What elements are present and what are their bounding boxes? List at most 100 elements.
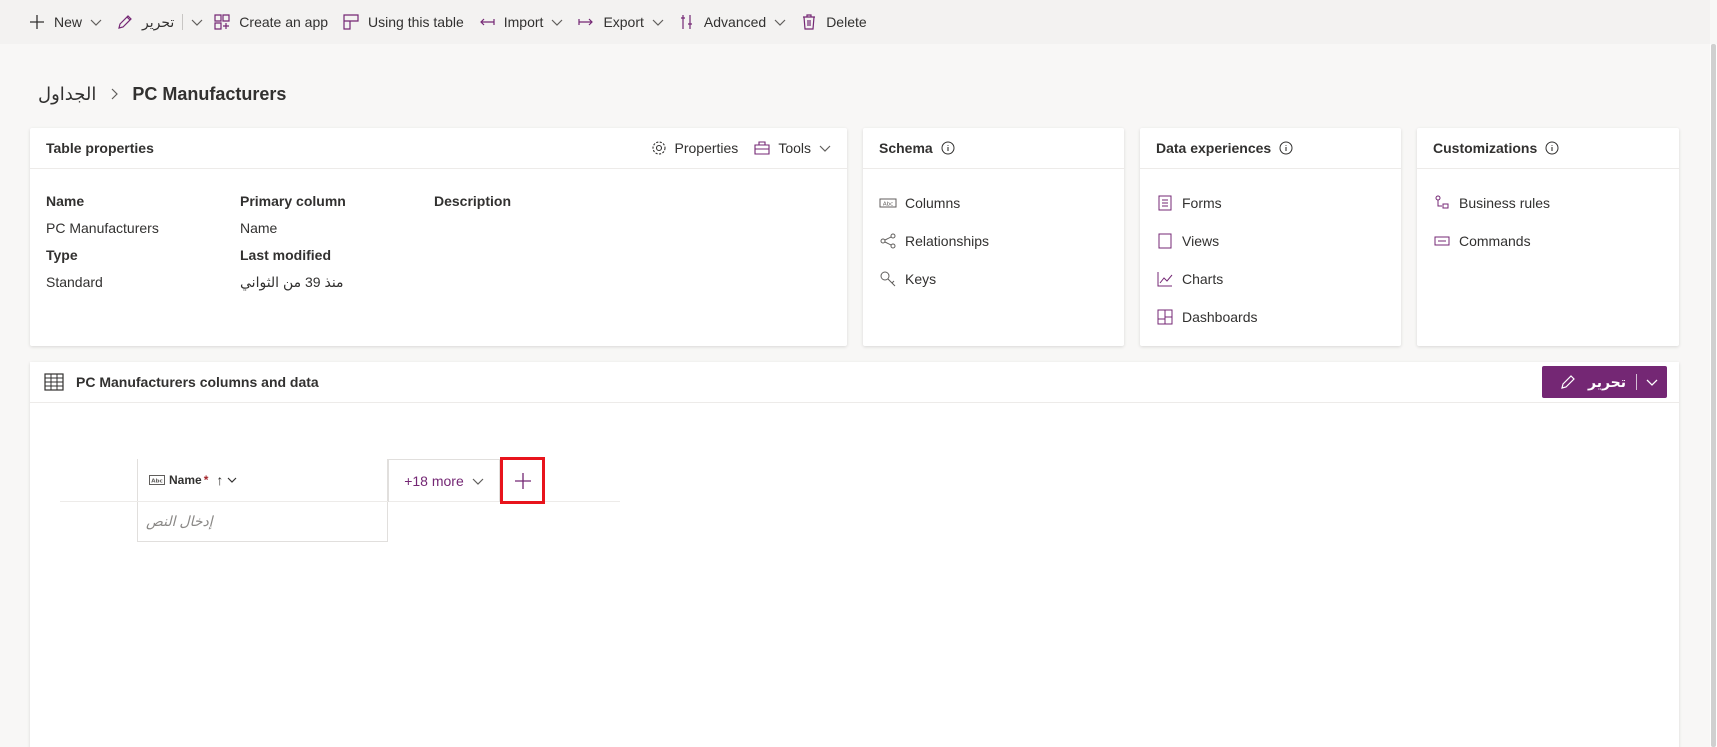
pencil-icon [1561, 375, 1575, 389]
columns-and-data-panel: PC Manufacturers columns and data تحرير … [30, 362, 1679, 747]
more-columns-label: +18 more [404, 473, 464, 489]
business-rule-icon [1435, 195, 1449, 209]
card-header: Table properties Properties Tools [30, 128, 847, 169]
line-chart-icon [1157, 272, 1173, 287]
text-column-icon: Abc [149, 475, 165, 485]
edit-dropdown-button[interactable] [189, 6, 213, 38]
type-label: Type [46, 247, 78, 263]
edit-button[interactable]: تحرير [116, 6, 182, 38]
schema-columns-link[interactable]: Abc Columns [863, 184, 1124, 222]
table-icon [44, 373, 64, 391]
edit-data-label: تحرير [1588, 373, 1627, 390]
using-this-table-button[interactable]: Using this table [342, 6, 472, 38]
primary-column-value: Name [240, 220, 278, 236]
edit-data-dropdown[interactable] [1637, 376, 1667, 388]
plus-icon [514, 472, 531, 489]
view-icon [1158, 233, 1172, 249]
name-cell-input[interactable]: إدخال النص [137, 502, 388, 542]
edit-label: تحرير [142, 13, 175, 30]
divider [182, 14, 184, 30]
name-value: PC Manufacturers [46, 220, 159, 236]
name-column-header[interactable]: Abc Name * ↑ [137, 459, 388, 501]
card-title: Table properties [46, 140, 154, 156]
chevron-down-icon [191, 19, 203, 26]
text-column-icon: Abc [879, 198, 897, 208]
using-this-table-label: Using this table [368, 14, 464, 30]
last-modified-label: Last modified [240, 247, 332, 263]
delete-button[interactable]: Delete [800, 6, 874, 38]
svg-text:Abc: Abc [151, 479, 162, 485]
relationship-icon [880, 233, 896, 249]
more-columns-button[interactable]: +18 more [388, 459, 500, 502]
properties-button[interactable]: Properties [651, 140, 739, 156]
dashboard-icon [1157, 309, 1173, 325]
add-column-button[interactable] [500, 457, 545, 504]
chevron-down-icon [227, 477, 237, 483]
chevron-down-icon [90, 19, 102, 26]
views-label: Views [1182, 233, 1220, 249]
charts-label: Charts [1182, 271, 1224, 287]
card-title: Schema [879, 140, 933, 156]
properties-label: Properties [674, 140, 739, 156]
breadcrumb: الجداول PC Manufacturers [38, 80, 286, 108]
toolbox-icon [754, 141, 770, 155]
dashboards-link[interactable]: Dashboards [1140, 298, 1401, 336]
schema-card: Schema Abc Columns Relationships Keys [863, 128, 1124, 346]
tools-label: Tools [778, 140, 811, 156]
new-label: New [54, 14, 83, 30]
description-label: Description [434, 193, 512, 209]
charts-link[interactable]: Charts [1140, 260, 1401, 298]
card-title: Data experiences [1156, 140, 1272, 156]
panel-header: PC Manufacturers columns and data تحرير [30, 362, 1679, 403]
last-modified-value: منذ 39 من الثواني [240, 274, 344, 290]
app-grid-icon [214, 14, 230, 30]
forms-link[interactable]: Forms [1140, 184, 1401, 222]
info-icon[interactable] [1279, 141, 1293, 155]
form-icon [1158, 195, 1172, 211]
name-column-label: Name [169, 473, 202, 487]
new-button[interactable]: New [28, 6, 110, 38]
command-icon [1434, 236, 1450, 246]
name-cell-placeholder: إدخال النص [146, 513, 213, 529]
edit-data-main[interactable]: تحرير [1542, 374, 1636, 391]
trash-icon [803, 14, 816, 30]
keys-label: Keys [905, 271, 937, 287]
pencil-icon [118, 15, 132, 29]
name-label: Name [46, 193, 85, 209]
columns-label: Columns [905, 195, 961, 211]
relationships-label: Relationships [905, 233, 990, 249]
chevron-down-icon [819, 145, 831, 152]
card-header: Schema [863, 128, 1124, 169]
info-icon[interactable] [1545, 141, 1559, 155]
table-properties-card: Table properties Properties Tools Name P… [30, 128, 847, 346]
schema-keys-link[interactable]: Keys [863, 260, 1124, 298]
advanced-button[interactable]: Advanced [678, 6, 794, 38]
export-label: Export [603, 14, 644, 30]
views-link[interactable]: Views [1140, 222, 1401, 260]
forms-label: Forms [1182, 195, 1222, 211]
vertical-scrollbar[interactable] [1710, 44, 1717, 747]
scrollbar-thumb[interactable] [1711, 44, 1716, 747]
import-button[interactable]: Import [478, 6, 572, 38]
edit-data-button[interactable]: تحرير [1542, 366, 1667, 398]
table-layout-icon [343, 14, 359, 30]
commands-label: Commands [1459, 233, 1531, 249]
customizations-card: Customizations Business rules Commands [1417, 128, 1679, 346]
info-icon[interactable] [941, 141, 955, 155]
export-arrow-icon [578, 18, 594, 26]
chevron-down-icon [1646, 379, 1658, 386]
card-title: Customizations [1433, 140, 1538, 156]
chevron-down-icon [774, 19, 786, 26]
chevron-down-icon [652, 19, 664, 26]
dashboards-label: Dashboards [1182, 309, 1258, 325]
breadcrumb-tables-link[interactable]: الجداول [38, 84, 96, 105]
commands-link[interactable]: Commands [1417, 222, 1679, 260]
create-app-button[interactable]: Create an app [213, 6, 336, 38]
export-button[interactable]: Export [577, 6, 671, 38]
plus-icon [30, 15, 44, 29]
business-rules-link[interactable]: Business rules [1417, 184, 1679, 222]
tools-button[interactable]: Tools [754, 140, 831, 156]
command-bar: New تحرير Create an app Using this table… [0, 0, 1710, 44]
split-divider [1636, 374, 1637, 390]
schema-relationships-link[interactable]: Relationships [863, 222, 1124, 260]
